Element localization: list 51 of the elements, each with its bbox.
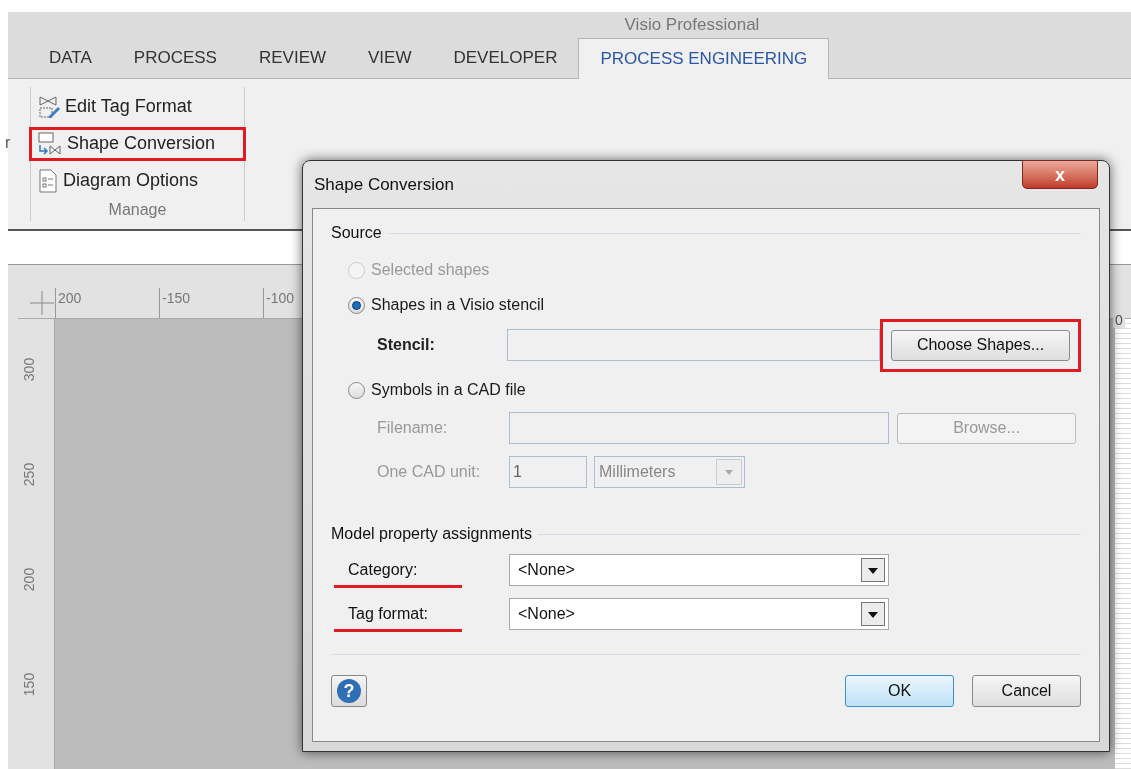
ribbon-tab[interactable]: DEVELOPER <box>432 37 579 78</box>
ribbon-tab[interactable]: DATA <box>28 37 113 78</box>
caret-icon <box>716 459 742 485</box>
ruler-label: -100 <box>265 289 295 308</box>
radio-label: Selected shapes <box>371 260 490 280</box>
dropdown-value: Millimeters <box>598 462 677 482</box>
ribbon-tab[interactable]: VIEW <box>347 37 433 78</box>
ribbon-tab[interactable]: PROCESS <box>112 37 238 78</box>
ribbon-tab[interactable]: REVIEW <box>237 37 348 78</box>
radio-button[interactable] <box>348 296 365 314</box>
ruler-label: -150 <box>161 289 191 308</box>
tag-edit-icon <box>37 94 61 119</box>
ruler-label: 150 <box>20 672 39 697</box>
ribbon-tab[interactable]: PROCESS ENGINEERING <box>578 37 830 79</box>
dialog-button[interactable]: Cancel <box>972 675 1081 707</box>
radio-label: Symbols in a CAD file <box>371 380 526 400</box>
choose-shapes-button[interactable]: Choose Shapes... <box>891 329 1070 361</box>
caret-icon <box>861 602 885 626</box>
ruler-label: 300 <box>20 357 39 382</box>
document-icon <box>37 168 59 193</box>
field-label: Stencil: <box>377 335 436 355</box>
caret-icon <box>861 558 885 582</box>
dialog-button[interactable]: OK <box>845 675 954 707</box>
radio-label: Shapes in a Visio stencil <box>371 295 545 315</box>
ribbon-button[interactable]: Edit Tag Format <box>37 92 192 121</box>
section-heading: Model property assignments <box>331 524 532 544</box>
ribbon-label: r <box>5 132 11 153</box>
section-heading: Source <box>331 223 382 243</box>
field-label: Tag format: <box>347 604 429 624</box>
ruler-crosshair-icon <box>30 291 54 315</box>
ribbon-button[interactable]: Shape Conversion <box>37 129 216 158</box>
shape-convert-icon <box>37 131 63 156</box>
field-label: Category: <box>347 560 418 580</box>
stencil-field[interactable] <box>506 329 880 361</box>
radio-button[interactable] <box>348 381 365 399</box>
ruler-label: 200 <box>20 567 39 592</box>
dropdown-value: <None> <box>517 604 576 624</box>
filename-field[interactable] <box>509 412 889 444</box>
ruler-label: 250 <box>20 462 39 487</box>
group-label: Manage <box>107 199 168 220</box>
window-title: Visio Professional <box>624 14 760 36</box>
help-button[interactable]: ? <box>331 675 367 707</box>
field-label: Filename: <box>377 418 449 438</box>
field-label: One CAD unit: <box>377 462 482 482</box>
ruler-label: 0 <box>1113 312 1125 328</box>
dropdown[interactable]: <None> <box>509 598 889 630</box>
ribbon-button[interactable]: Diagram Options <box>37 166 199 195</box>
dialog-title: Shape Conversion <box>313 173 454 196</box>
ruler-label: 200 <box>57 289 82 308</box>
dropdown[interactable]: <None> <box>509 554 889 586</box>
dropdown-value: <None> <box>517 560 576 580</box>
